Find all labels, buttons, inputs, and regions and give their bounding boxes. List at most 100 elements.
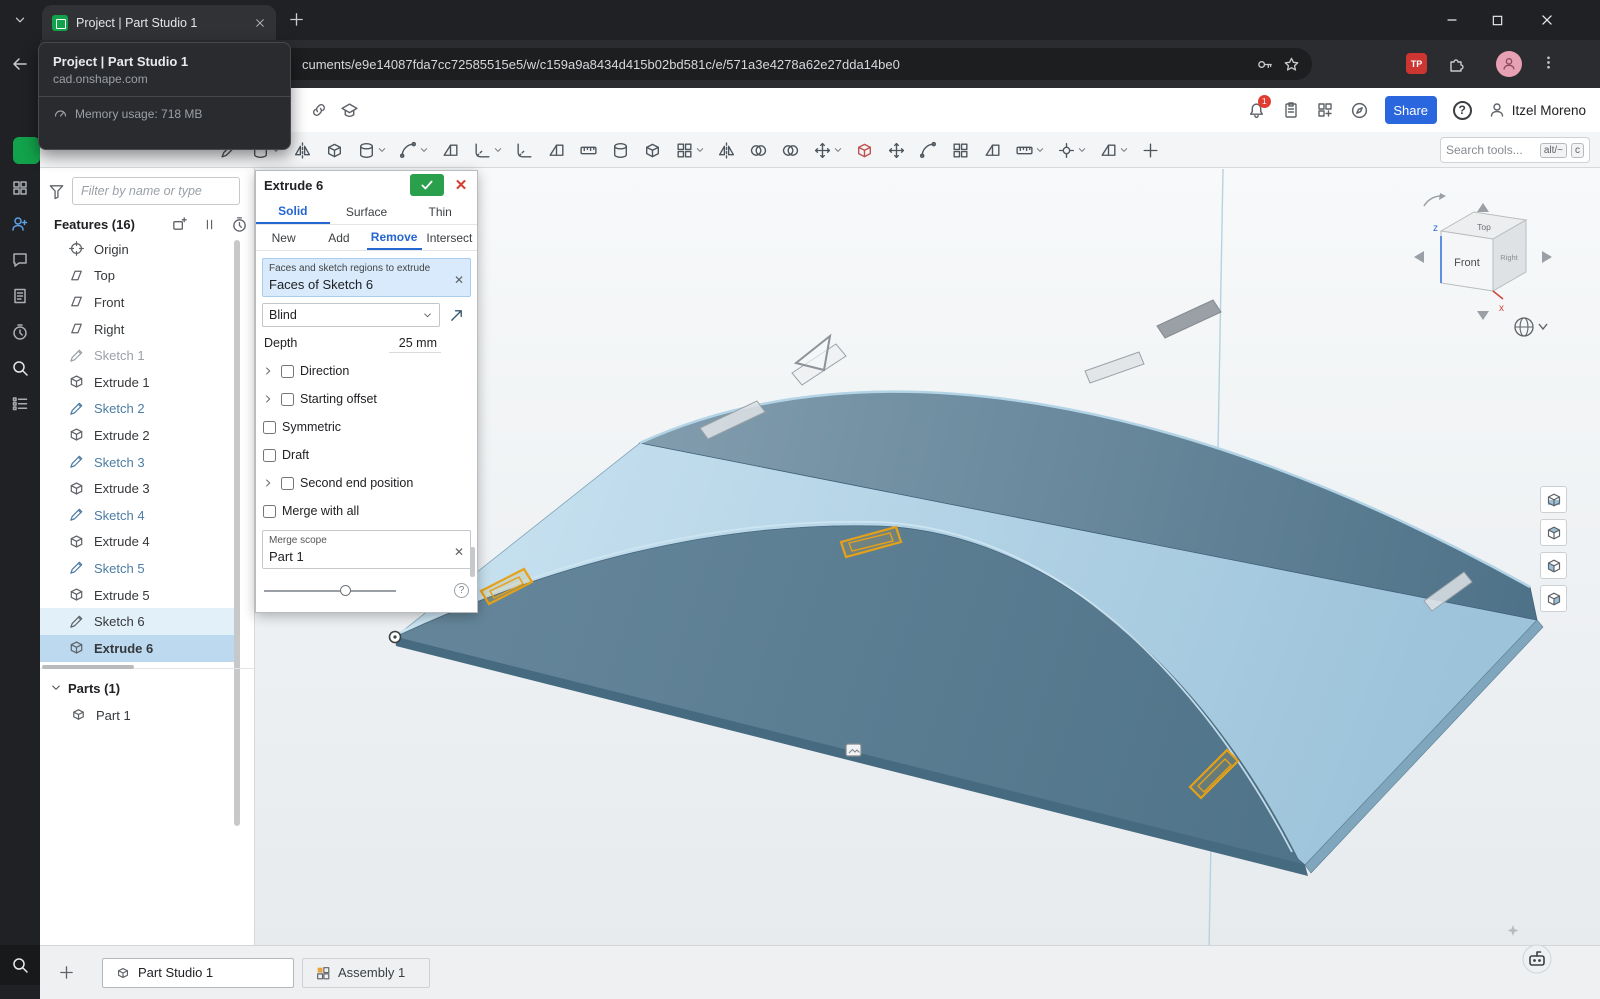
onshape-logo[interactable] — [13, 137, 40, 164]
rotate-down-arrow-icon[interactable] — [1477, 311, 1489, 320]
measure-icon[interactable] — [1014, 136, 1045, 164]
view-cube[interactable]: Top Front Right z x — [1414, 193, 1552, 337]
feature-item-sketch-6[interactable]: Sketch 6 — [40, 608, 236, 635]
feature-item-extrude-4[interactable]: Extrude 4 — [40, 529, 236, 556]
window-maximize-button[interactable] — [1485, 8, 1509, 32]
add-person-icon[interactable] — [11, 215, 29, 233]
feature-item-sketch-3[interactable]: Sketch 3 — [40, 449, 236, 476]
browser-tab[interactable]: Project | Part Studio 1 — [42, 5, 276, 40]
browser-back-icon[interactable] — [11, 55, 29, 73]
window-close-button[interactable] — [1535, 8, 1559, 32]
feature-item-extrude-6[interactable]: Extrude 6 — [40, 634, 236, 662]
rotate-right-arrow-icon[interactable] — [1542, 251, 1552, 263]
tree-scrollbar[interactable] — [234, 240, 240, 826]
search-icon[interactable] — [11, 359, 29, 377]
view-globe-icon[interactable] — [1514, 317, 1548, 337]
tasks-icon[interactable] — [11, 395, 29, 413]
roll-arrow-icon[interactable] — [1423, 195, 1441, 207]
assistant-robot-icon[interactable] — [1522, 944, 1552, 974]
merge-scope-field[interactable]: Merge scope Part 1 ✕ — [262, 530, 471, 569]
dialog-scrollbar[interactable] — [470, 547, 475, 577]
confirm-check-button[interactable] — [410, 174, 444, 196]
offset-surface-icon[interactable] — [918, 136, 939, 164]
linear-pattern-icon[interactable] — [674, 136, 705, 164]
feature-item-right[interactable]: Right — [40, 316, 236, 343]
tab-remove[interactable]: Remove — [366, 225, 422, 250]
add-tab-plus-icon[interactable] — [54, 961, 78, 985]
shell-icon[interactable] — [642, 136, 663, 164]
feature-item-sketch-1[interactable]: Sketch 1 — [40, 342, 236, 369]
feature-item-sketch-2[interactable]: Sketch 2 — [40, 396, 236, 423]
boolean-icon[interactable] — [748, 136, 769, 164]
standard-views-button[interactable] — [1540, 552, 1567, 579]
sweep-icon[interactable] — [398, 136, 429, 164]
draft-icon[interactable] — [546, 136, 567, 164]
extrude-direction-arrow[interactable] — [793, 333, 832, 372]
feature-item-sketch-5[interactable]: Sketch 5 — [40, 555, 236, 582]
depth-input[interactable]: 25 mm — [389, 334, 441, 353]
flip-direction-icon[interactable] — [448, 307, 465, 324]
flange-tab[interactable] — [1084, 351, 1145, 384]
help-icon[interactable]: ? — [1452, 100, 1472, 120]
expand-chevron-icon[interactable] — [263, 478, 275, 488]
rotate-left-arrow-icon[interactable] — [1414, 251, 1424, 263]
new-tab-icon[interactable] — [288, 11, 305, 28]
rib-icon[interactable] — [578, 136, 599, 164]
chamfer-icon[interactable] — [514, 136, 535, 164]
checkbox-starting-offset[interactable] — [281, 392, 294, 406]
move-face-icon[interactable] — [886, 136, 907, 164]
checkbox-second-end-position[interactable] — [281, 476, 294, 490]
section-view-button[interactable] — [1540, 486, 1567, 513]
expand-chevron-icon[interactable] — [263, 394, 275, 404]
view-cube-home-button[interactable] — [1540, 519, 1567, 546]
flange-tab-detached[interactable] — [1156, 299, 1222, 339]
feature-item-extrude-1[interactable]: Extrude 1 — [40, 369, 236, 396]
mirror-sketch-icon[interactable] — [292, 136, 313, 164]
tp-extension-icon[interactable]: TP — [1406, 53, 1427, 74]
feature-item-top[interactable]: Top — [40, 263, 236, 290]
user-menu[interactable]: Itzel Moreno — [1488, 101, 1586, 119]
parts-section-header[interactable]: Parts (1) — [50, 676, 120, 700]
discover-compass-icon[interactable] — [1350, 101, 1369, 120]
share-button[interactable]: Share — [1384, 96, 1437, 124]
taskbar-search-icon[interactable] — [0, 945, 40, 985]
checkbox-symmetric[interactable] — [263, 420, 276, 434]
end-type-select[interactable]: Blind — [262, 303, 440, 327]
search-tools-input[interactable]: Search tools... alt/~ c — [1440, 137, 1590, 163]
tab-add[interactable]: Add — [311, 225, 366, 250]
chat-icon[interactable] — [11, 251, 29, 269]
loft-icon[interactable] — [440, 136, 461, 164]
part-item-part-1[interactable]: Part 1 — [40, 702, 254, 729]
feature-item-extrude-5[interactable]: Extrude 5 — [40, 582, 236, 609]
hole-icon[interactable] — [610, 136, 631, 164]
document-tab-assembly-1[interactable]: Assembly 1 — [302, 957, 430, 988]
preview-slider-knob[interactable] — [340, 584, 351, 596]
sheet-metal-icon[interactable] — [1098, 136, 1129, 164]
selection-field[interactable]: Faces and sketch regions to extrude Face… — [262, 258, 471, 297]
key-icon[interactable] — [1256, 56, 1273, 73]
document-tab-part-studio-1[interactable]: Part Studio 1 — [102, 957, 294, 988]
extensions-puzzle-icon[interactable] — [1447, 55, 1465, 73]
feature-item-extrude-3[interactable]: Extrude 3 — [40, 475, 236, 502]
image-note-icon[interactable] — [845, 743, 862, 757]
tab-surface[interactable]: Surface — [330, 199, 404, 224]
copy-link-icon[interactable] — [310, 101, 328, 119]
revolve-icon[interactable] — [356, 136, 387, 164]
cancel-x-button[interactable]: ✕ — [451, 174, 471, 196]
tab-new[interactable]: New — [256, 225, 311, 250]
dialog-help-icon[interactable]: ? — [454, 583, 469, 598]
release-notes-icon[interactable] — [1282, 101, 1300, 119]
profile-avatar[interactable] — [1496, 51, 1522, 77]
history-icon[interactable] — [11, 323, 29, 341]
clear-merge-scope-icon[interactable]: ✕ — [454, 545, 464, 559]
rollback-stopwatch-icon[interactable] — [231, 216, 248, 233]
apps-grid-icon[interactable] — [11, 179, 29, 197]
checkbox-merge-with-all[interactable] — [263, 504, 276, 518]
notes-icon[interactable] — [11, 287, 29, 305]
feature-item-extrude-2[interactable]: Extrude 2 — [40, 422, 236, 449]
fill-surface-icon[interactable] — [982, 136, 1003, 164]
fillet-icon[interactable] — [472, 136, 503, 164]
expand-chevron-icon[interactable] — [263, 366, 275, 376]
boundary-surface-icon[interactable] — [950, 136, 971, 164]
extrude-icon[interactable] — [324, 136, 345, 164]
